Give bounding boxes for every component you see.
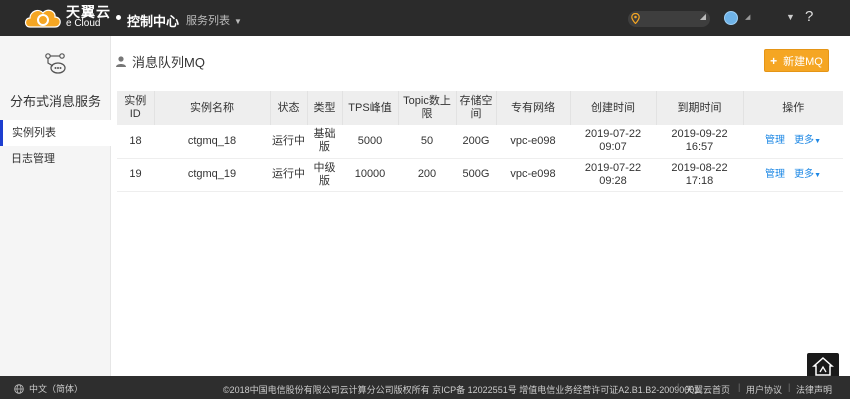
column-header: 到期时间 <box>656 91 744 125</box>
column-header: 专有网络 <box>496 91 571 125</box>
page-title: 消息队列MQ <box>132 55 205 70</box>
avatar-caret-icon: ◢ <box>745 14 751 21</box>
sidebar: 分布式消息服务 实例列表 日志管理 <box>0 36 111 376</box>
footer-separator: | <box>738 382 741 392</box>
cell-actions: 管理 更多▼ <box>743 125 843 159</box>
user-icon <box>116 56 126 67</box>
ecloud-logo-icon <box>24 9 61 28</box>
user-avatar-icon[interactable] <box>724 11 738 25</box>
cell-expires: 2019-09-22 16:57 <box>656 125 743 159</box>
language-label: 中文（简体） <box>29 384 84 394</box>
cell-topic-limit: 50 <box>398 125 456 159</box>
cell-created: 2019-07-22 09:28 <box>570 158 656 192</box>
column-header: 状态 <box>270 91 308 125</box>
cell-storage: 200G <box>456 125 496 159</box>
new-mq-button-label: 新建MQ <box>783 55 823 68</box>
user-menu-caret-icon[interactable]: ▼ <box>786 12 795 22</box>
footer-link-home[interactable]: 天翼云首页 <box>685 383 730 396</box>
cell-vpc: vpc-e098 <box>496 158 570 192</box>
nav-console-link[interactable]: 控制中心 <box>127 11 179 30</box>
cell-tps: 5000 <box>342 125 398 159</box>
table-row: 18 ctgmq_18 运行中 基础版 5000 50 200G vpc-e09… <box>117 125 843 159</box>
footer-link-legal[interactable]: 法律声明 <box>796 383 832 396</box>
column-header: 类型 <box>307 91 343 125</box>
cell-tps: 10000 <box>342 158 398 192</box>
location-pin-icon <box>631 13 640 24</box>
message-queue-icon <box>45 53 66 74</box>
cell-status: 运行中 <box>270 125 307 159</box>
cell-topic-limit: 200 <box>398 158 456 192</box>
column-header: 操作 <box>782 101 805 114</box>
cell-storage: 500G <box>456 158 496 192</box>
table-row: 19 ctgmq_19 运行中 中级版 10000 200 500G vpc-e… <box>117 158 843 192</box>
cell-created: 2019-07-22 09:07 <box>570 125 656 159</box>
more-label: 更多 <box>794 168 815 180</box>
main-content: 消息队列MQ + 新建MQ 实例ID 实例名称 状态 类型 TPS峰值 Topi… <box>111 36 850 376</box>
cell-name: ctgmq_19 <box>154 158 270 192</box>
help-icon[interactable]: ? <box>805 8 813 25</box>
column-header: 实例名称 <box>154 91 271 125</box>
column-header: 存储空间 <box>456 91 497 125</box>
more-dropdown[interactable]: 更多▼ <box>794 135 821 146</box>
footer: 中文（简体） ©2018中国电信股份有限公司云计算分公司版权所有 京ICP备 1… <box>0 376 850 399</box>
more-dropdown[interactable]: 更多▼ <box>794 169 821 180</box>
cell-id: 19 <box>117 158 154 192</box>
copyright-text: ©2018中国电信股份有限公司云计算分公司版权所有 京ICP备 12022551… <box>223 385 700 395</box>
sidebar-title: 分布式消息服务 <box>9 94 101 109</box>
top-bar: 天翼云 e Cloud 控制中心 服务列表 ▼ ◢ ◢ ▼ ? <box>0 0 850 36</box>
footer-separator: | <box>677 382 680 392</box>
cell-id: 18 <box>117 125 154 159</box>
cell-expires: 2019-08-22 17:18 <box>656 158 743 192</box>
column-header: 实例ID <box>117 91 155 125</box>
cell-type: 中级版 <box>307 158 342 192</box>
caret-down-icon: ▼ <box>814 171 821 179</box>
sidebar-item-instance-list[interactable]: 实例列表 <box>0 120 111 146</box>
plus-icon: + <box>770 53 778 68</box>
nav-dot <box>116 15 121 20</box>
page-header: 消息队列MQ <box>116 52 205 71</box>
column-header: TPS峰值 <box>342 91 399 125</box>
caret-down-icon: ▼ <box>234 17 242 26</box>
cell-vpc: vpc-e098 <box>496 125 570 159</box>
footer-link-user-agreement[interactable]: 用户协议 <box>746 383 782 396</box>
cell-type: 基础版 <box>307 125 342 159</box>
new-mq-button[interactable]: + 新建MQ <box>764 49 829 72</box>
table-header-row: 实例ID 实例名称 状态 类型 TPS峰值 Topic数上限 存储空间 专有网络… <box>117 91 843 125</box>
region-selector[interactable]: ◢ <box>628 11 710 27</box>
language-selector[interactable]: 中文（简体） <box>14 382 83 395</box>
caret-down-icon: ◢ <box>699 12 706 21</box>
nav-services-label: 服务列表 <box>186 15 230 27</box>
cell-name: ctgmq_18 <box>154 125 270 159</box>
manage-link[interactable]: 管理 <box>765 135 785 146</box>
cell-status: 运行中 <box>270 158 307 192</box>
brand-name: 天翼云 <box>66 4 111 20</box>
manage-link[interactable]: 管理 <box>765 169 785 180</box>
more-label: 更多 <box>794 135 815 147</box>
cell-actions: 管理 更多▼ <box>743 158 843 192</box>
nav-services-dropdown[interactable]: 服务列表 ▼ <box>186 12 242 28</box>
brand-logo[interactable]: 天翼云 e Cloud <box>22 4 111 32</box>
globe-icon <box>14 383 24 394</box>
column-header: 创建时间 <box>570 91 657 125</box>
footer-separator: | <box>788 382 791 392</box>
sidebar-item-log-management[interactable]: 日志管理 <box>0 146 111 172</box>
caret-down-icon: ▼ <box>814 138 821 146</box>
instance-table: 实例ID 实例名称 状态 类型 TPS峰值 Topic数上限 存储空间 专有网络… <box>117 91 843 192</box>
column-header: Topic数上限 <box>398 91 457 125</box>
